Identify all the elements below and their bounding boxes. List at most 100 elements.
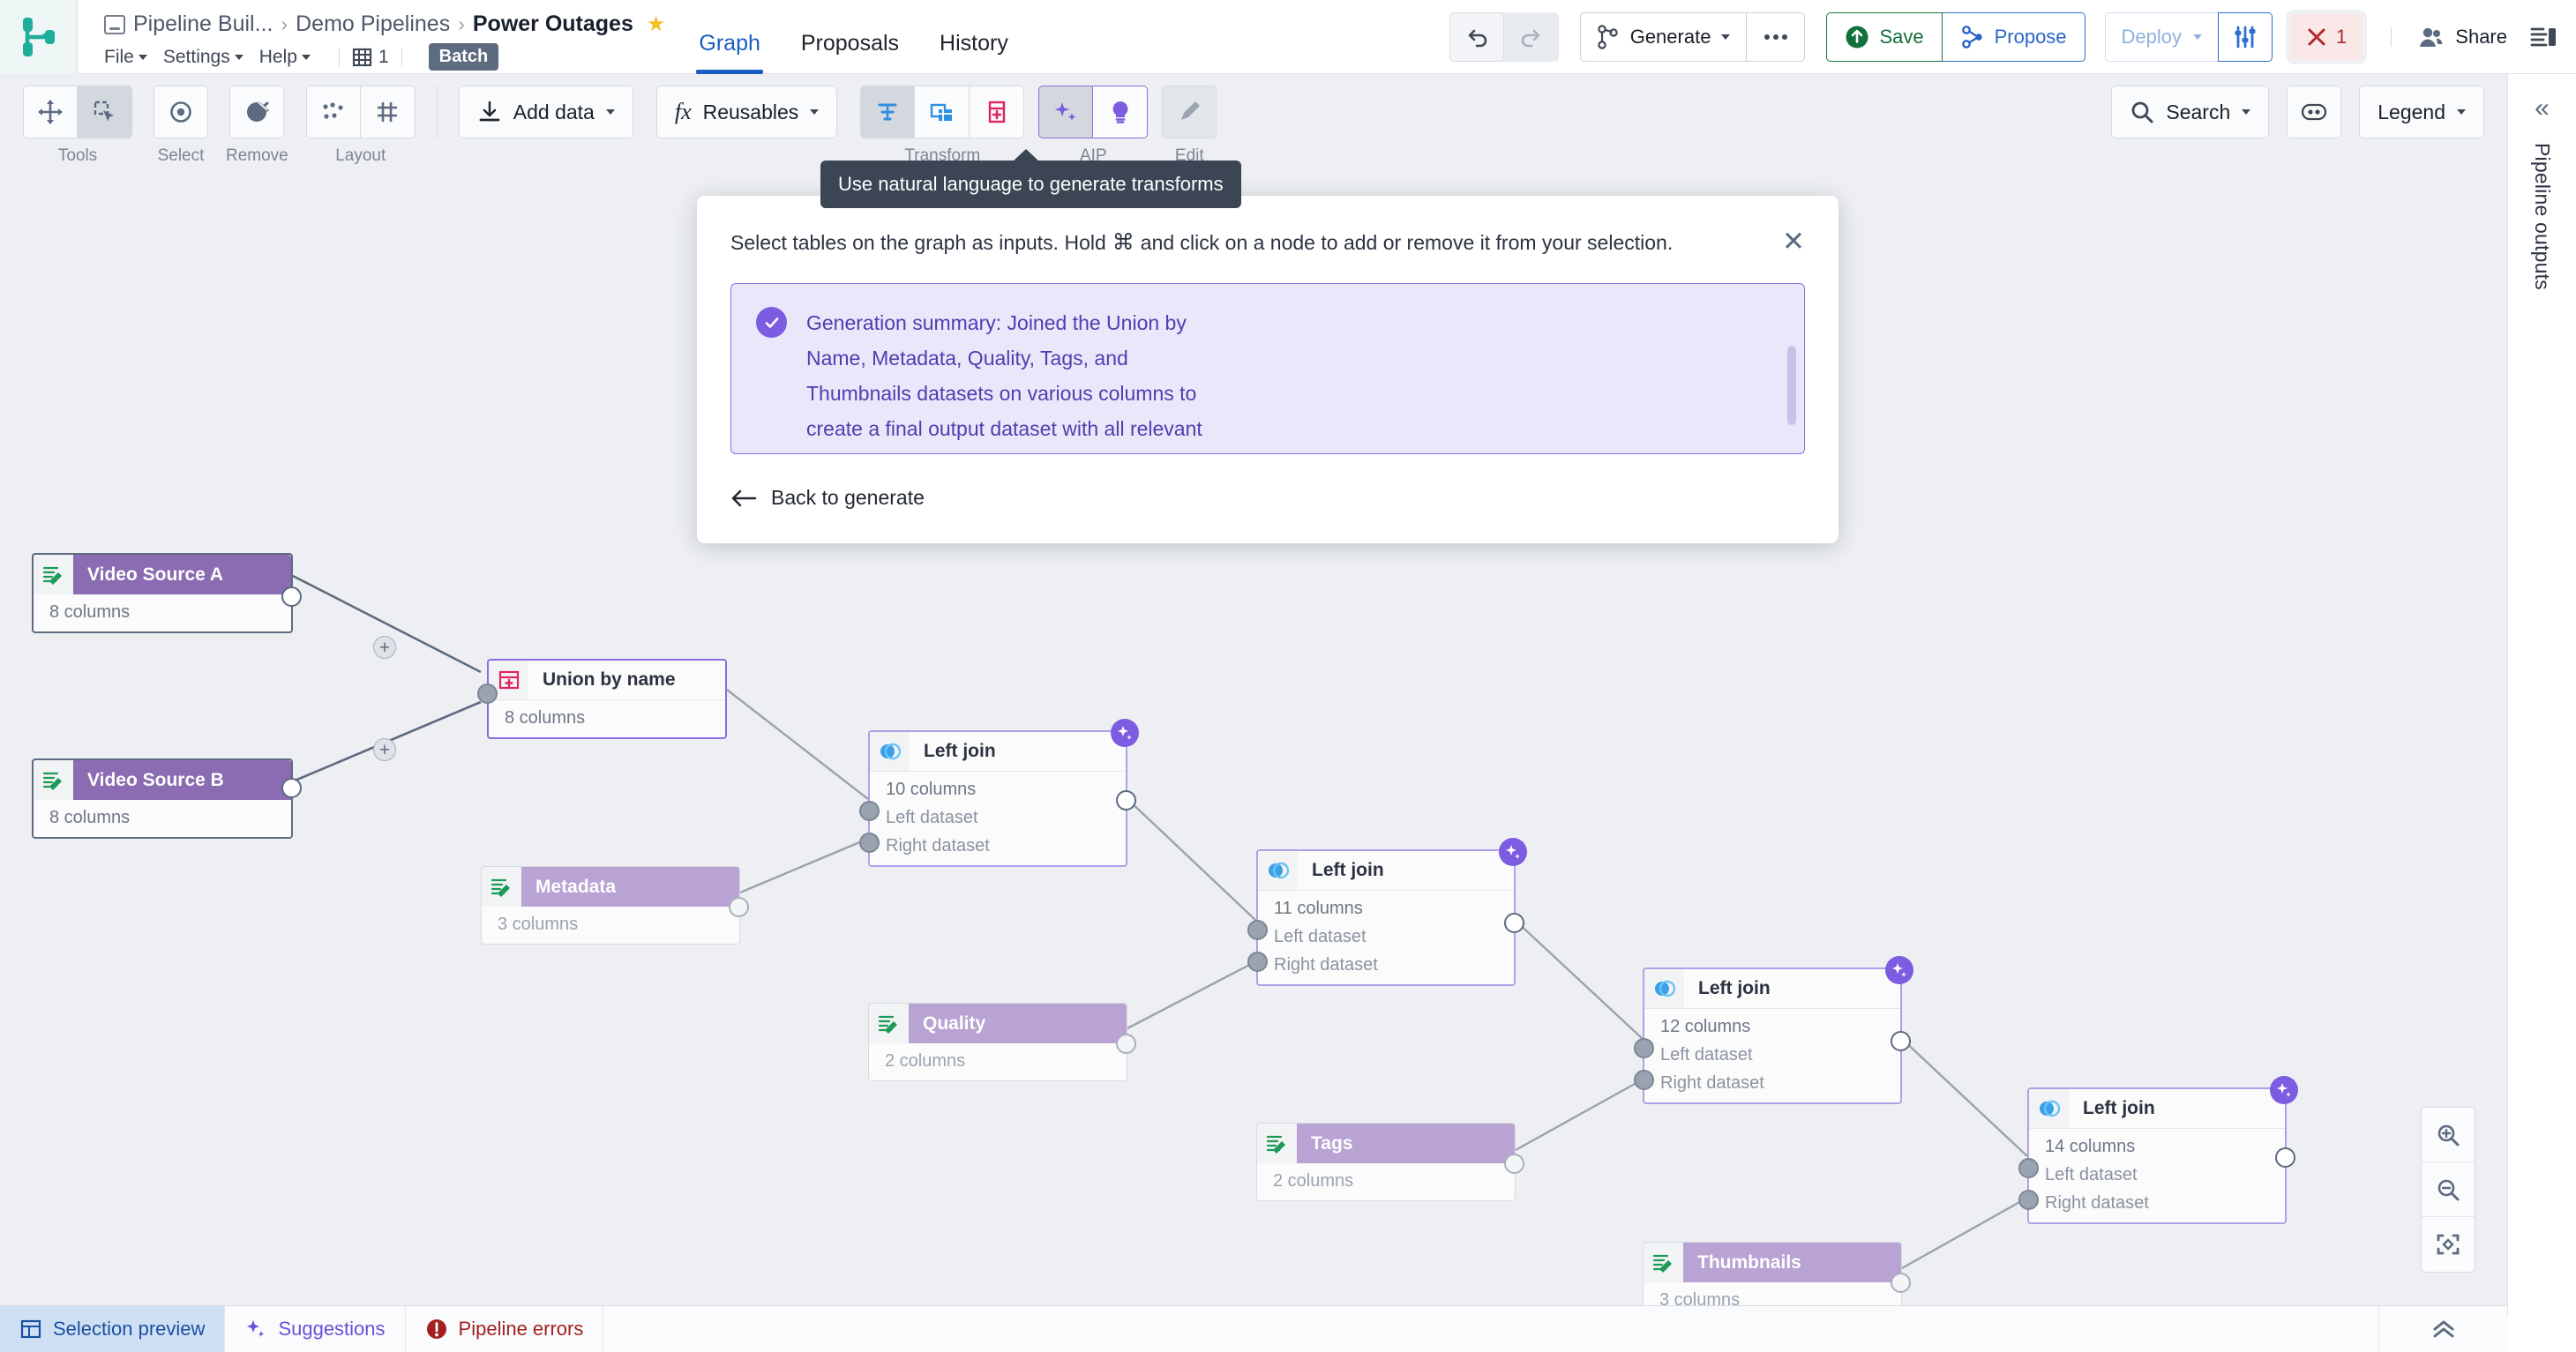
legend-button[interactable]: Legend — [2359, 86, 2484, 138]
node-input-port-right[interactable] — [859, 833, 880, 853]
menu-settings[interactable]: Settings — [163, 47, 243, 68]
tab-history[interactable]: History — [940, 33, 1008, 74]
node-input-port-left[interactable] — [1247, 920, 1268, 940]
node-output-port[interactable] — [1891, 1031, 1911, 1051]
aip-tooltip: Use natural language to generate transfo… — [820, 149, 1241, 208]
node-output-port[interactable] — [1504, 913, 1524, 933]
tab-graph[interactable]: Graph — [696, 33, 764, 74]
node-input-port-left[interactable] — [2018, 1158, 2039, 1178]
redo-button[interactable] — [1504, 12, 1559, 62]
error-count-badge[interactable]: 1 — [2290, 13, 2363, 60]
chevron-down-icon — [1721, 34, 1731, 40]
node-input-port-right[interactable] — [1247, 952, 1268, 972]
undo-button[interactable] — [1449, 11, 1504, 62]
graph-node-union-by-name[interactable]: Union by name 8 columns — [477, 659, 727, 739]
search-label: Search — [2166, 100, 2231, 123]
target-icon[interactable] — [154, 86, 208, 138]
breadcrumb-root[interactable]: Pipeline Buil... — [133, 11, 273, 37]
zoom-out-icon[interactable] — [2422, 1162, 2475, 1217]
remove-node-icon[interactable] — [229, 86, 285, 138]
modal-instruction-pre: Select tables on the graph as inputs. Ho… — [730, 231, 1106, 255]
share-button[interactable]: Share — [2418, 26, 2507, 49]
close-icon[interactable]: ✕ — [1782, 228, 1805, 255]
move-icon[interactable] — [23, 86, 78, 138]
save-propose-group: Save Propose — [1826, 11, 2086, 62]
node-input-port-left[interactable] — [1634, 1038, 1654, 1058]
minimap-toggle-icon[interactable] — [2287, 86, 2342, 138]
more-options-button[interactable] — [1747, 11, 1806, 62]
save-button[interactable]: Save — [1826, 11, 1943, 62]
reusables-button[interactable]: fx Reusables — [655, 86, 838, 138]
graph-node-video-source-b[interactable]: Video Source B 8 columns — [32, 758, 302, 839]
node-input-port-left[interactable] — [859, 801, 880, 821]
search-button[interactable]: Search — [2111, 86, 2270, 138]
status-tab-pipeline-errors[interactable]: Pipeline errors — [406, 1306, 604, 1352]
toolbar-group-search: Search — [2111, 86, 2270, 138]
breadcrumb-parent[interactable]: Demo Pipelines — [296, 11, 450, 37]
node-output-port[interactable] — [281, 586, 302, 607]
graph-node-left-join-4[interactable]: Left join 14 columns Left dataset Right … — [2018, 1076, 2298, 1224]
node-columns: 8 columns — [505, 708, 586, 728]
chevron-double-left-icon[interactable]: « — [2535, 93, 2550, 123]
select-rect-icon[interactable] — [78, 86, 132, 138]
deploy-button[interactable]: Deploy — [2104, 11, 2219, 62]
status-bar-collapse-button[interactable] — [2379, 1306, 2507, 1352]
node-input-port-right[interactable] — [1634, 1070, 1654, 1090]
generate-modal[interactable]: Select tables on the graph as inputs. Ho… — [697, 196, 1838, 543]
aip-sparkle-icon[interactable] — [1038, 86, 1094, 138]
transform-tree-icon[interactable] — [860, 86, 916, 138]
add-data-button[interactable]: Add data — [458, 86, 633, 138]
fit-view-icon[interactable] — [2422, 1217, 2475, 1272]
error-icon — [426, 1319, 446, 1339]
node-output-port[interactable] — [1116, 790, 1136, 810]
zoom-in-icon[interactable] — [2422, 1108, 2475, 1162]
node-output-port[interactable] — [281, 778, 302, 798]
node-port-right-dataset: Right dataset — [1274, 955, 1378, 975]
edit-pencil-icon[interactable] — [1162, 86, 1217, 138]
generate-button[interactable]: Generate — [1579, 11, 1748, 62]
toolbar-label-layout: Layout — [335, 146, 386, 165]
batch-badge[interactable]: Batch — [428, 43, 499, 71]
node-title: Union by name — [543, 669, 676, 690]
rail-label-pipeline-outputs[interactable]: Pipeline outputs — [2530, 143, 2554, 290]
add-edge-marker[interactable]: + — [373, 636, 396, 659]
node-input-port-right[interactable] — [2018, 1190, 2039, 1210]
back-to-generate-button[interactable]: Back to generate — [697, 454, 1838, 543]
node-output-port[interactable] — [1504, 1154, 1524, 1174]
deploy-settings-button[interactable] — [2218, 11, 2273, 62]
side-panel-toggle[interactable] — [2530, 25, 2557, 49]
graph-node-left-join-1[interactable]: Left join 10 columns Left dataset Right … — [859, 719, 1139, 867]
menu-help[interactable]: Help — [259, 47, 311, 68]
tab-proposals[interactable]: Proposals — [801, 33, 899, 74]
branch-indicator[interactable]: 1 — [352, 47, 389, 68]
toolbar-group-transform: Transform — [860, 86, 1025, 166]
status-tab-suggestions[interactable]: Suggestions — [225, 1306, 406, 1352]
graph-node-video-source-a[interactable]: Video Source A 8 columns — [32, 553, 302, 633]
summary-scrollbar[interactable] — [1787, 346, 1796, 425]
scatter-layout-icon[interactable] — [305, 86, 361, 138]
graph-node-left-join-2[interactable]: Left join 11 columns Left dataset Right … — [1247, 838, 1527, 986]
graph-node-quality[interactable]: Quality 2 columns — [868, 1003, 1136, 1081]
graph-node-left-join-3[interactable]: Left join 12 columns Left dataset Right … — [1634, 956, 1913, 1104]
transform-add-row-icon[interactable] — [970, 86, 1025, 138]
aip-bulb-icon[interactable] — [1093, 86, 1149, 138]
add-edge-marker[interactable]: + — [373, 738, 396, 761]
graph-node-tags[interactable]: Tags 2 columns — [1256, 1123, 1524, 1201]
dataset-icon — [34, 555, 73, 594]
graph-node-thumbnails[interactable]: Thumbnails 3 columns — [1643, 1242, 1911, 1315]
node-output-port[interactable] — [1891, 1273, 1911, 1293]
dot — [1781, 34, 1787, 40]
status-tab-selection-preview[interactable]: Selection preview — [0, 1306, 226, 1352]
propose-button[interactable]: Propose — [1942, 11, 2086, 62]
app-logo[interactable] — [0, 0, 78, 74]
menu-file[interactable]: File — [104, 47, 147, 68]
node-output-port[interactable] — [729, 897, 749, 917]
graph-node-metadata[interactable]: Metadata 3 columns — [481, 866, 749, 945]
node-input-port[interactable] — [477, 683, 498, 704]
transform-table-icon[interactable] — [915, 86, 970, 138]
node-output-port[interactable] — [1116, 1034, 1136, 1054]
grid-layout-icon[interactable] — [360, 86, 416, 138]
node-title: Left join — [1312, 860, 1384, 880]
node-output-port[interactable] — [2275, 1147, 2295, 1168]
favorite-star-icon[interactable]: ★ — [647, 11, 666, 37]
